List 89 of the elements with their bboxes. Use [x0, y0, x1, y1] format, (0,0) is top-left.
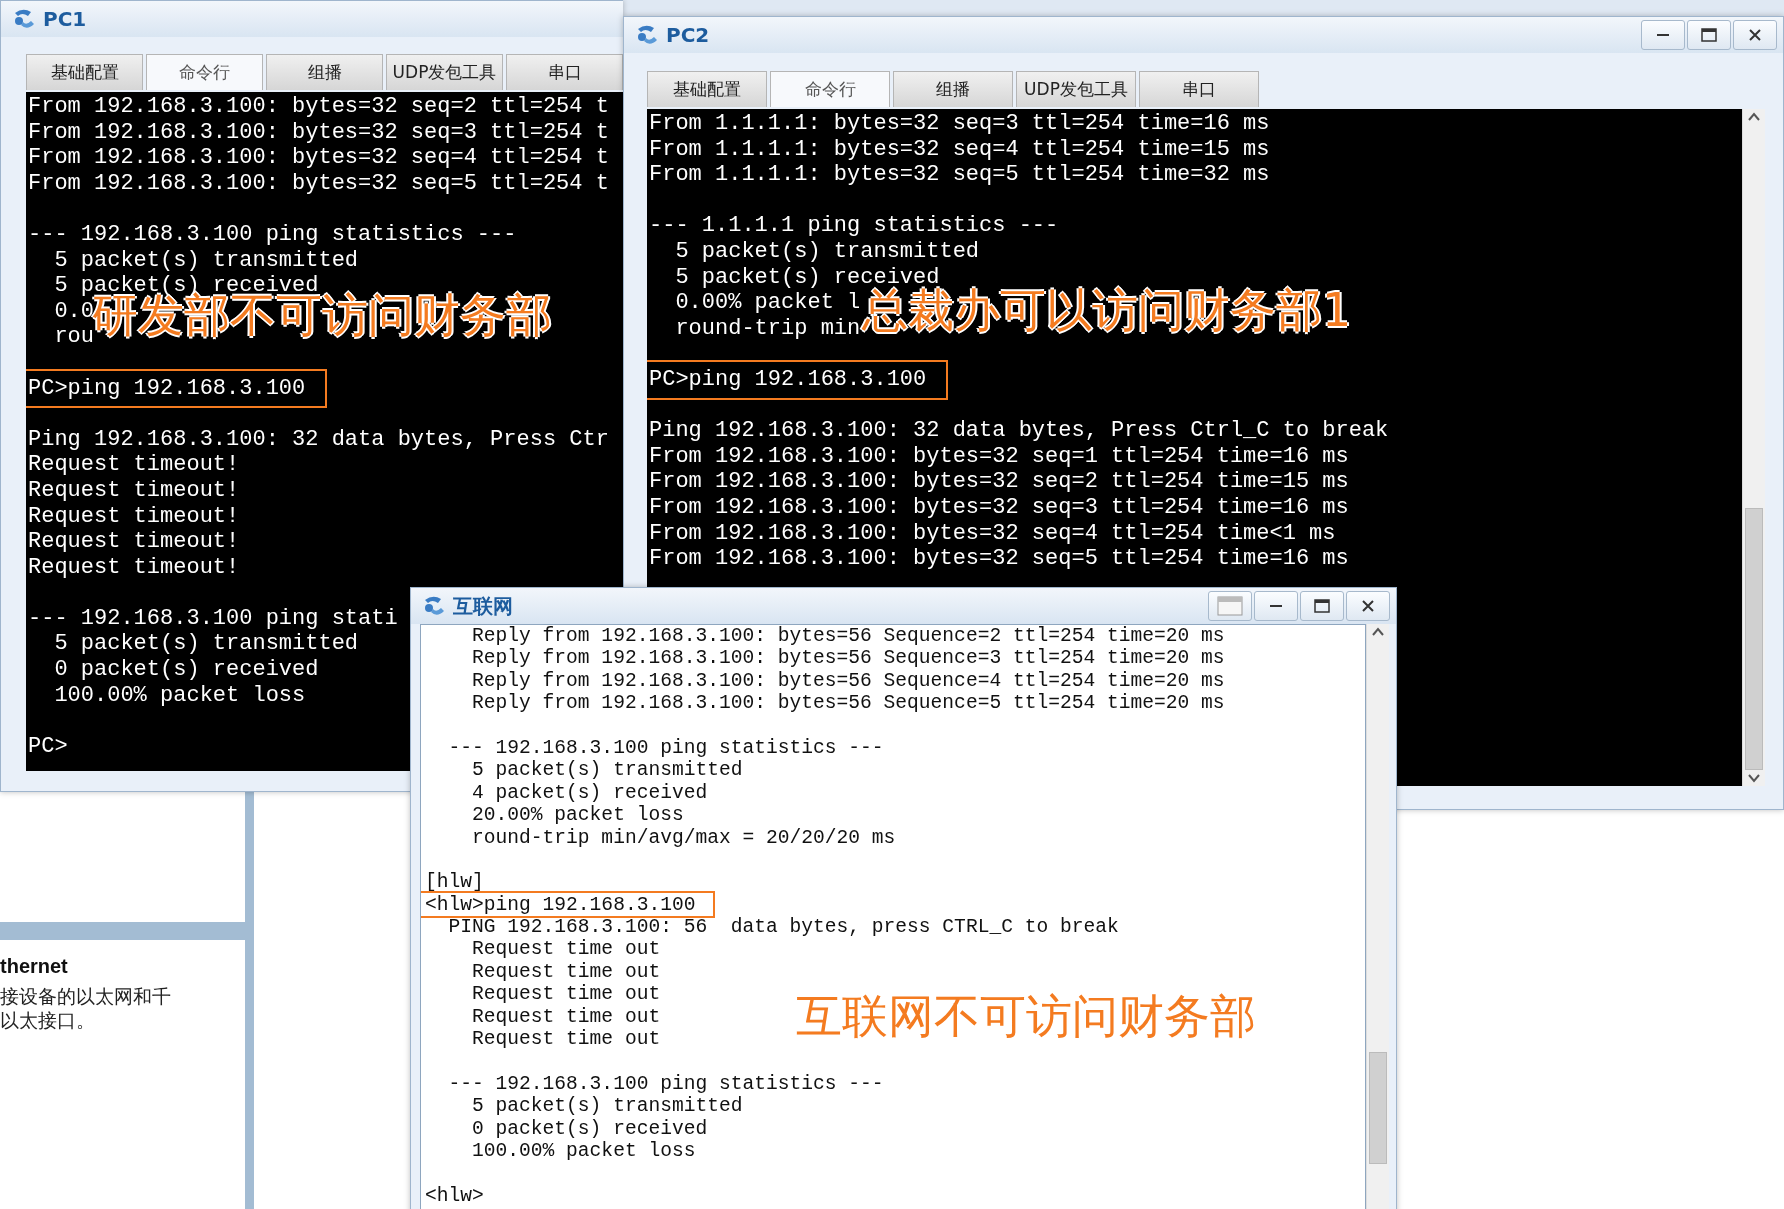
console-line: Request timeout!	[28, 529, 240, 555]
console-line: PING 192.168.3.100: 56 data bytes, press CTRL_C to break	[447, 916, 1119, 939]
tab[interactable]: 串口	[506, 54, 623, 90]
console-line: Request timeout!	[28, 477, 240, 504]
maximize-button[interactable]	[1300, 591, 1344, 621]
console-line: Request time out	[471, 960, 661, 984]
console-line: 0.0	[53, 298, 94, 324]
annotation-text: 总裁办可以访问财务部1	[862, 285, 1352, 336]
annotation-text: 互联网不可访问财务部	[796, 991, 1256, 1042]
console-line: From 192.168.3.100: bytes=32 seq=1 ttl=254 time=16 ms	[649, 443, 1349, 470]
console-line: 5 packet(s) transmitted	[471, 759, 743, 782]
console-line: round-trip min/avg/max = 20/20/20 ms	[471, 826, 896, 849]
console-line: Request timeout!	[28, 554, 240, 581]
console-line: 100.00% packet loss	[471, 1140, 696, 1163]
maximize-button[interactable]	[1687, 20, 1731, 50]
tab[interactable]: 命令行	[770, 71, 890, 107]
minimize-icon	[1657, 34, 1669, 36]
window-icon	[1217, 596, 1243, 616]
window-title: PC1	[43, 7, 87, 31]
minimize-icon	[1270, 605, 1282, 607]
console-line: Request time out	[471, 983, 661, 1006]
console-line: From 192.168.3.100: bytes=32 seq=3 ttl=254 t	[28, 119, 609, 146]
tab[interactable]: UDP发包工具	[1016, 71, 1136, 107]
tab[interactable]: UDP发包工具	[386, 54, 503, 90]
console-line: From 1.1.1.1: bytes=32 seq=4 ttl=254 time=15 ms	[649, 136, 1270, 163]
scrollbar[interactable]	[1366, 624, 1389, 1209]
console-line: 0.00% packet l	[674, 290, 861, 316]
console-line: From 192.168.3.100: bytes=32 seq=5 ttl=254 time=16 ms	[649, 546, 1349, 572]
highlighted-command: PC>ping 192.168.3.100	[647, 359, 949, 400]
console-line: Ping 192.168.3.100: 32 data bytes, Press Ctrl_C to break	[649, 418, 1389, 444]
console-line: Request timeout!	[28, 452, 240, 478]
console-line: From 1.1.1.1: bytes=32 seq=3 ttl=254 time=16 ms	[649, 111, 1270, 137]
panel-description: 接设备的以太网和千	[0, 984, 172, 1008]
close-icon	[1361, 599, 1375, 613]
console-line: 0 packet(s) received	[471, 1117, 708, 1140]
console-line: From 192.168.3.100: bytes=32 seq=3 ttl=254 time=16 ms	[649, 494, 1349, 521]
console-line: 100.00% packet loss	[53, 682, 306, 709]
close-button[interactable]	[1733, 20, 1777, 50]
scroll-thumb[interactable]	[1745, 508, 1763, 770]
console-line: Reply from 192.168.3.100: bytes=56 Sequence=4 ttl=254 time=20 ms	[471, 669, 1225, 693]
console-line: From 192.168.3.100: bytes=32 seq=4 ttl=254 time<1 ms	[649, 520, 1336, 547]
close-icon	[1748, 28, 1762, 42]
console-line: Request time out	[471, 1005, 661, 1029]
console-line: 5 packet(s) transmitted	[674, 238, 980, 265]
console-line: 5 packet(s) transmitted	[53, 247, 359, 274]
tab[interactable]: 串口	[1139, 71, 1259, 107]
console-line: --- 192.168.3.100 ping statistics ---	[447, 1072, 884, 1096]
console-line: --- 1.1.1.1 ping statistics ---	[649, 213, 1059, 239]
panel-heading: thernet	[0, 955, 69, 978]
tab[interactable]: 组播	[893, 71, 1013, 107]
maximize-icon	[1314, 599, 1330, 613]
console-line: From 192.168.3.100: bytes=32 seq=2 ttl=254 t	[28, 94, 609, 120]
window-title: PC2	[666, 23, 710, 47]
console-line: Request timeout!	[28, 503, 240, 530]
console-line: --- 192.168.3.100 ping statistics ---	[28, 221, 517, 248]
highlighted-command: PC>ping 192.168.3.100	[26, 368, 328, 409]
scrollbar[interactable]	[1742, 109, 1765, 786]
console-line: Reply from 192.168.3.100: bytes=56 Sequence=3 ttl=254 time=20 ms	[471, 647, 1225, 670]
console-line: From 192.168.3.100: bytes=32 seq=2 ttl=254 time=15 ms	[649, 469, 1349, 495]
console-line: round-trip min	[674, 315, 861, 342]
window-title: 互联网	[453, 592, 513, 620]
console-line: Request time out	[471, 1028, 661, 1051]
console-line: rou	[53, 324, 94, 350]
console-line: <hlw>	[425, 1184, 484, 1208]
panel-button[interactable]	[1208, 591, 1252, 621]
panel-description: 以太接口。	[0, 1008, 96, 1032]
console-line: Ping 192.168.3.100: 32 data bytes, Press Ctr	[28, 426, 609, 453]
console-line: 20.00% packet loss	[471, 804, 684, 827]
console-line: --- 192.168.3.100 ping stati	[28, 605, 398, 632]
highlighted-command: <hlw>ping 192.168.3.100	[421, 890, 716, 919]
console-line: From 192.168.3.100: bytes=32 seq=4 ttl=254 t	[28, 145, 609, 171]
tab[interactable]: 命令行	[146, 54, 263, 90]
tab[interactable]: 组播	[266, 54, 383, 90]
scroll-thumb[interactable]	[1369, 1052, 1387, 1164]
console-line: Request time out	[471, 938, 661, 961]
console-line: --- 192.168.3.100 ping statistics ---	[447, 736, 884, 760]
console-line: Reply from 192.168.3.100: bytes=56 Sequence=2 ttl=254 time=20 ms	[471, 625, 1225, 648]
console-line: From 192.168.3.100: bytes=32 seq=5 ttl=254 t	[28, 170, 609, 197]
maximize-icon	[1701, 28, 1717, 42]
close-button[interactable]	[1346, 591, 1390, 621]
tab[interactable]: 基础配置	[647, 71, 767, 107]
console-line: 0 packet(s) received	[53, 657, 319, 683]
console-line: From 1.1.1.1: bytes=32 seq=5 ttl=254 time=32 ms	[649, 162, 1270, 188]
console-line: 5 packet(s) transmitted	[471, 1095, 743, 1118]
console-line: 4 packet(s) received	[471, 781, 708, 805]
console-line: Reply from 192.168.3.100: bytes=56 Sequence=5 ttl=254 time=20 ms	[471, 692, 1225, 715]
console-line: PC>	[28, 733, 68, 760]
console-line: 5 packet(s) transmitted	[53, 631, 359, 658]
tab[interactable]: 基础配置	[26, 54, 143, 90]
